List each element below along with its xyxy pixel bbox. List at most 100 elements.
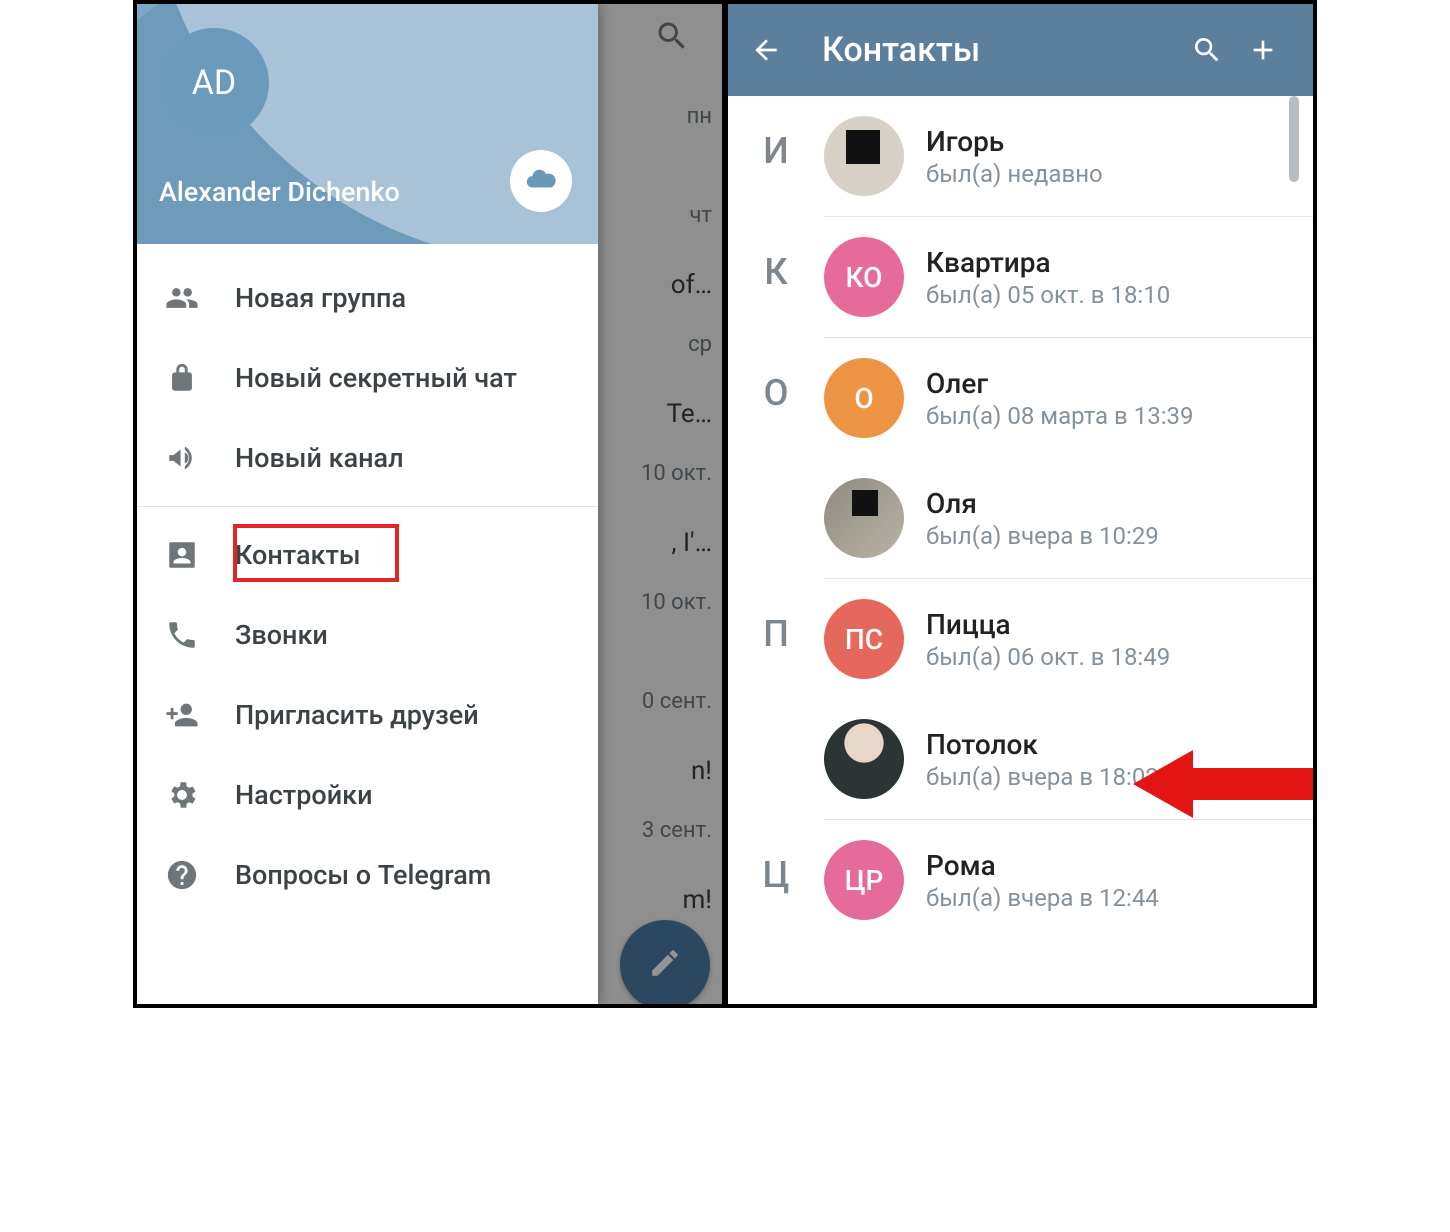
search-icon[interactable]: [654, 18, 690, 58]
menu-label: Контакты: [235, 539, 361, 571]
chat-date: 10 окт.: [602, 590, 712, 615]
section-letter: Ц: [728, 820, 824, 940]
contact-status: был(а) 08 марта в 13:39: [926, 402, 1194, 430]
compose-fab[interactable]: [620, 920, 710, 1004]
chat-date: 10 окт.: [602, 461, 712, 486]
chat-snippet: of…: [671, 270, 712, 300]
contact-row[interactable]: О Олегбыл(а) 08 марта в 13:39: [824, 338, 1313, 458]
contact-row[interactable]: Олябыл(а) вчера в 10:29: [824, 458, 1313, 578]
contact-row[interactable]: Игорьбыл(а) недавно: [824, 96, 1313, 216]
contact-name: Потолок: [926, 728, 1159, 761]
menu-item-faq[interactable]: Вопросы о Telegram: [137, 835, 598, 915]
menu-item-calls[interactable]: Звонки: [137, 595, 598, 675]
avatar-initials: AD: [192, 63, 237, 103]
lock-icon: [165, 361, 235, 395]
contact-avatar: [824, 478, 904, 558]
contact-avatar: [824, 719, 904, 799]
scrollbar-thumb[interactable]: [1289, 96, 1299, 182]
contact-row[interactable]: ЦРРомабыл(а) вчера в 12:44: [824, 820, 1313, 940]
contacts-section: ККО Квартирабыл(а) 05 окт. в 18:10: [728, 217, 1313, 338]
menu-label: Новый секретный чат: [235, 362, 517, 394]
contact-row[interactable]: Потолокбыл(а) вчера в 18:02: [824, 699, 1313, 819]
contact-avatar: [824, 116, 904, 196]
contact-row[interactable]: КО Квартирабыл(а) 05 окт. в 18:10: [824, 217, 1313, 337]
menu-label: Настройки: [235, 779, 373, 811]
chat-date: чт: [602, 203, 712, 228]
menu-label: Звонки: [235, 619, 328, 651]
drawer-menu: Новая группа Новый секретный чат Новый к…: [137, 244, 598, 915]
contact-info: Пиццабыл(а) 06 окт. в 18:49: [926, 608, 1170, 671]
contact-info: Игорьбыл(а) недавно: [926, 125, 1103, 188]
contact-status: был(а) вчера в 12:44: [926, 884, 1159, 912]
user-avatar[interactable]: AD: [159, 28, 269, 138]
menu-label: Пригласить друзей: [235, 699, 479, 731]
contact-name: Олег: [926, 367, 1194, 400]
back-button[interactable]: [750, 34, 804, 66]
contact-name: Пицца: [926, 608, 1170, 641]
chat-date: пн: [602, 104, 712, 129]
contact-icon: [165, 538, 235, 572]
add-person-icon: [165, 698, 235, 732]
contact-info: Потолокбыл(а) вчера в 18:02: [926, 728, 1159, 791]
contact-name: Рома: [926, 849, 1159, 882]
chat-date: 3 сент.: [602, 818, 712, 843]
chat-date: 0 сент.: [602, 689, 712, 714]
contacts-section: ППСПиццабыл(а) 06 окт. в 18:49Потолокбыл…: [728, 579, 1313, 820]
contact-status: был(а) недавно: [926, 160, 1103, 188]
app-bar: Контакты: [728, 4, 1313, 96]
chat-snippet: n!: [691, 756, 712, 786]
contact-avatar: ПС: [824, 599, 904, 679]
group-icon: [165, 281, 235, 315]
section-letter: О: [728, 338, 824, 579]
section-letter: П: [728, 579, 824, 820]
menu-label: Новый канал: [235, 442, 404, 474]
contacts-section: ОО Олегбыл(а) 08 марта в 13:39 Олябыл(а) в…: [728, 338, 1313, 579]
contacts-section: ЦЦРРомабыл(а) вчера в 12:44: [728, 820, 1313, 940]
chat-snippet: m!: [682, 885, 712, 915]
chat-snippet: , I'…: [671, 528, 712, 558]
add-contact-button[interactable]: [1235, 34, 1291, 66]
menu-item-new-channel[interactable]: Новый канал: [137, 418, 598, 498]
menu-label: Вопросы о Telegram: [235, 859, 491, 891]
menu-item-settings[interactable]: Настройки: [137, 755, 598, 835]
contacts-list[interactable]: И Игорьбыл(а) недавно ККО Квартирабыл(а) 05…: [728, 96, 1313, 1004]
contact-info: Ромабыл(а) вчера в 12:44: [926, 849, 1159, 912]
cloud-icon: [524, 162, 558, 200]
chat-snippet: Te…: [667, 399, 712, 429]
contact-avatar: О: [824, 358, 904, 438]
phone-icon: [165, 618, 235, 652]
contact-status: был(а) вчера в 10:29: [926, 522, 1159, 550]
contact-info: Олегбыл(а) 08 марта в 13:39: [926, 367, 1194, 430]
section-letter: К: [728, 217, 824, 338]
contact-status: был(а) 05 окт. в 18:10: [926, 281, 1170, 309]
saved-messages-button[interactable]: [510, 150, 572, 212]
contact-info: Олябыл(а) вчера в 10:29: [926, 487, 1159, 550]
page-title: Контакты: [804, 30, 1179, 70]
contact-avatar: КО: [824, 237, 904, 317]
contact-name: Квартира: [926, 246, 1170, 279]
drawer-header: AD Alexander Dichenko: [137, 4, 598, 244]
menu-item-secret-chat[interactable]: Новый секретный чат: [137, 338, 598, 418]
chat-list-background: пн чт of… ср Te… 10 окт. , I'… 10 окт. 0 се…: [598, 4, 722, 1004]
contact-name: Игорь: [926, 125, 1103, 158]
drawer-screen: пн чт of… ср Te… 10 окт. , I'… 10 окт. 0 се…: [137, 4, 722, 1004]
menu-label: Новая группа: [235, 282, 406, 314]
contact-status: был(а) 06 окт. в 18:49: [926, 643, 1170, 671]
chat-date: ср: [602, 332, 712, 357]
menu-item-invite[interactable]: Пригласить друзей: [137, 675, 598, 755]
contact-info: Квартирабыл(а) 05 окт. в 18:10: [926, 246, 1170, 309]
contact-row[interactable]: ПС Пиццабыл(а) 06 окт. в 18:49: [824, 579, 1313, 699]
section-letter: И: [728, 96, 824, 217]
gear-icon: [165, 778, 235, 812]
contacts-section: И Игорьбыл(а) недавно: [728, 96, 1313, 217]
menu-item-contacts[interactable]: Контакты: [137, 515, 598, 595]
contacts-screen: Контакты И Игорьбыл(а) недавно ККО Квартира…: [728, 4, 1313, 1004]
pencil-icon: [648, 946, 682, 984]
search-button[interactable]: [1179, 34, 1235, 66]
menu-separator: [137, 506, 598, 507]
contact-name: Оля: [926, 487, 1159, 520]
user-name: Alexander Dichenko: [159, 176, 400, 208]
menu-item-new-group[interactable]: Новая группа: [137, 258, 598, 338]
navigation-drawer: AD Alexander Dichenko Новая группа Новый…: [137, 4, 598, 1004]
help-icon: [165, 858, 235, 892]
